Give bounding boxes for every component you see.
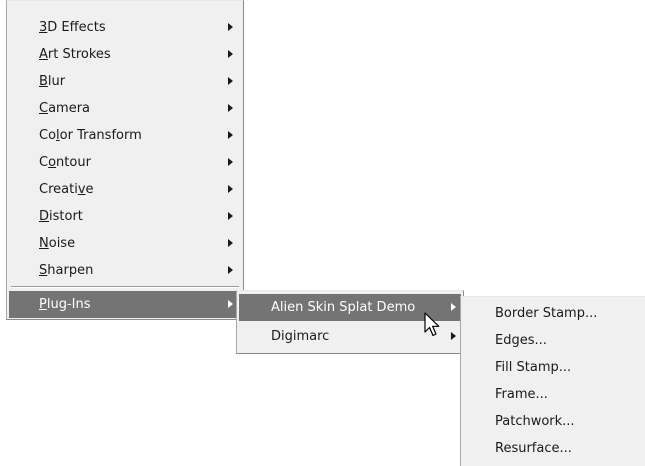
submenu-arrow-icon — [228, 185, 233, 193]
menu-item-noise[interactable]: Noise — [7, 230, 243, 257]
submenu-arrow-icon — [228, 131, 233, 139]
menu-item-label: Sharpen — [39, 263, 94, 278]
menu-item-label: Art Strokes — [39, 47, 111, 62]
menu-item-frame[interactable]: Frame... — [461, 381, 645, 408]
menu-separator — [11, 286, 239, 288]
menu-item-contour[interactable]: Contour — [7, 149, 243, 176]
menu-item-color-transform[interactable]: Color Transform — [7, 122, 243, 149]
menu-item-label: Alien Skin Splat Demo — [271, 300, 416, 315]
menu-item-resurface[interactable]: Resurface... — [461, 435, 645, 462]
menu-item-label: Contour — [39, 155, 91, 170]
effects-menu: 3D Effects Art Strokes Blur Camera Color… — [6, 0, 244, 320]
submenu-arrow-icon — [228, 23, 233, 31]
menu-item-label: Color Transform — [39, 128, 142, 143]
menu-item-art-strokes[interactable]: Art Strokes — [7, 41, 243, 68]
menu-item-patchwork[interactable]: Patchwork... — [461, 408, 645, 435]
menu-item-fill-stamp[interactable]: Fill Stamp... — [461, 354, 645, 381]
menu-item-creative[interactable]: Creative — [7, 176, 243, 203]
menu-item-blur[interactable]: Blur — [7, 68, 243, 95]
menu-item-label: Digimarc — [271, 329, 330, 344]
submenu-arrow-icon — [228, 266, 233, 274]
menu-item-label: Patchwork... — [495, 414, 575, 429]
submenu-arrow-icon — [228, 77, 233, 85]
menu-item-label: Noise — [39, 236, 76, 251]
submenu-arrow-icon — [228, 50, 233, 58]
menu-item-label: Edges... — [495, 333, 547, 348]
menu-item-label: Plug-Ins — [39, 297, 91, 312]
menu-item-sharpen[interactable]: Sharpen — [7, 257, 243, 284]
submenu-arrow-icon — [228, 239, 233, 247]
splat-demo-submenu: Border Stamp... Edges... Fill Stamp... F… — [460, 296, 645, 466]
submenu-arrow-icon — [228, 158, 233, 166]
submenu-arrow-icon — [228, 104, 233, 112]
mouse-pointer-icon — [424, 312, 440, 337]
menu-item-3d-effects[interactable]: 3D Effects — [7, 14, 243, 41]
submenu-arrow-icon — [228, 300, 233, 308]
menu-item-label: Camera — [39, 101, 91, 116]
menu-item-plug-ins[interactable]: Plug-Ins — [9, 291, 241, 318]
menu-item-label: Frame... — [495, 387, 548, 402]
submenu-arrow-icon — [228, 212, 233, 220]
submenu-arrow-icon — [451, 303, 456, 311]
menu-item-label: Border Stamp... — [495, 306, 598, 321]
menu-item-camera[interactable]: Camera — [7, 95, 243, 122]
menu-item-label: Blur — [39, 74, 66, 89]
menu-item-edges[interactable]: Edges... — [461, 327, 645, 354]
submenu-arrow-icon — [451, 332, 456, 340]
menu-item-border-stamp[interactable]: Border Stamp... — [461, 300, 645, 327]
menu-item-label: 3D Effects — [39, 20, 106, 35]
menu-item-distort[interactable]: Distort — [7, 203, 243, 230]
menu-item-label: Resurface... — [495, 441, 572, 456]
menu-item-label: Fill Stamp... — [495, 360, 572, 375]
menu-item-label: Creative — [39, 182, 94, 197]
menu-item-label: Distort — [39, 209, 83, 224]
